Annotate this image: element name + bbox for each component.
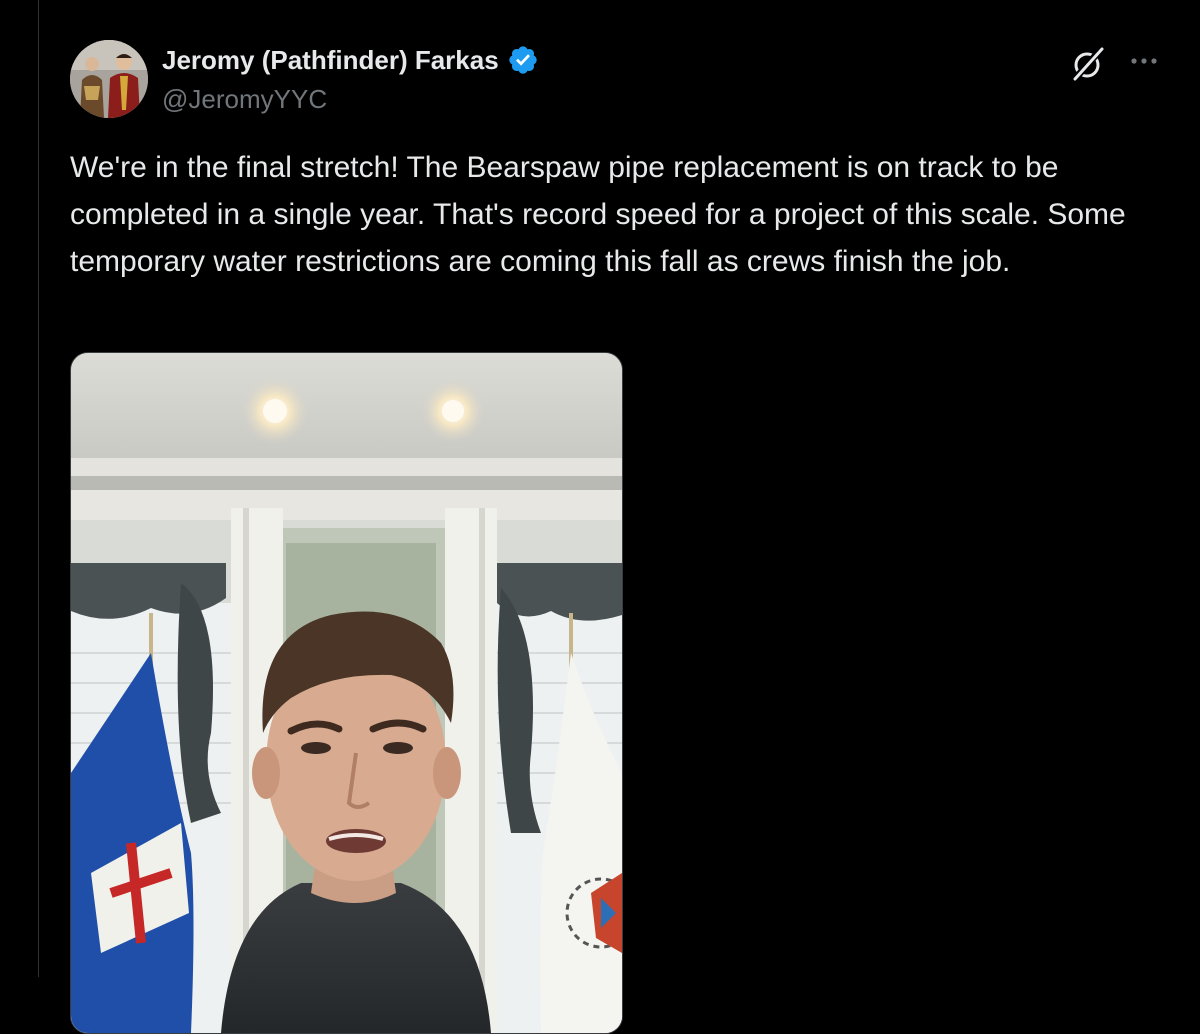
author-name-row: Jeromy (Pathfinder) Farkas [162,44,539,76]
avatar[interactable] [70,40,148,118]
avatar-image [70,40,148,118]
author-display-name[interactable]: Jeromy (Pathfinder) Farkas [162,45,499,76]
post-video[interactable] [70,352,623,1034]
more-options-icon[interactable] [1126,46,1162,76]
post-text: We're in the final stretch! The Bearspaw… [70,151,1126,278]
timeline-divider [38,0,39,977]
video-thumbnail [71,353,622,1033]
author-handle[interactable]: @JeromyYYC [162,84,327,115]
grok-icon[interactable] [1068,44,1108,84]
verified-badge-icon[interactable] [507,44,539,76]
